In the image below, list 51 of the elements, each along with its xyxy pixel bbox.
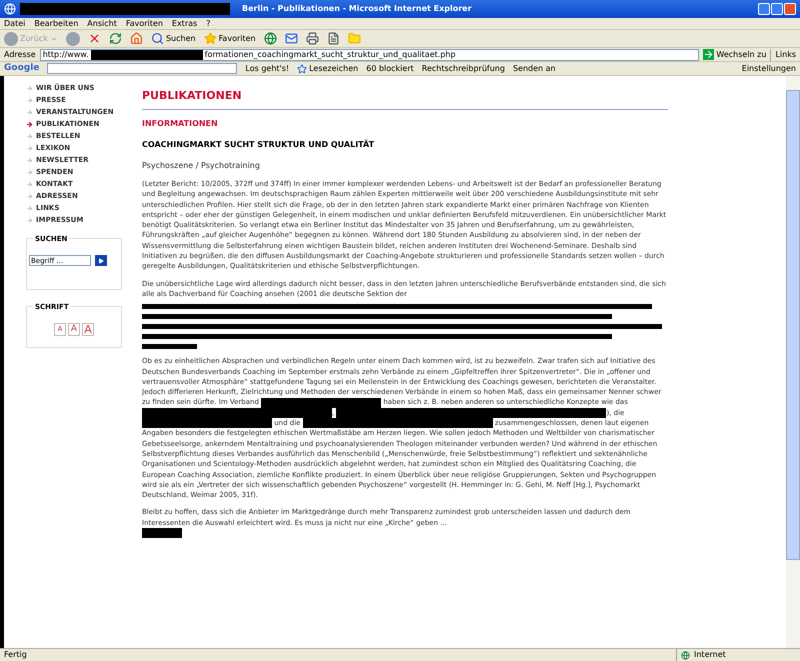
go-button[interactable]: Wechseln zu <box>703 48 766 60</box>
address-field[interactable]: http://www. formationen_coachingmarkt_sucht_struktur_und_qualitaet.php <box>40 48 700 60</box>
scroll-thumb[interactable] <box>786 90 800 560</box>
status-text: Fertig <box>4 649 27 661</box>
star-icon <box>297 64 308 74</box>
popup-blocker-button[interactable]: 60 blockiert <box>366 62 414 74</box>
play-icon <box>98 258 104 264</box>
search-go-button[interactable]: Los geht's! <box>245 62 290 74</box>
home-icon[interactable] <box>130 32 143 45</box>
spellcheck-button[interactable]: Rechtschreibprüfung <box>422 62 505 74</box>
google-logo: Google <box>4 62 40 75</box>
bookmarks-button[interactable]: Lesezeichen <box>297 62 358 74</box>
address-label: Adresse <box>4 48 36 60</box>
article-title: COACHINGMARKT SUCHT STRUKTUR UND QUALITÄT <box>142 139 376 151</box>
edit-icon[interactable] <box>326 32 340 45</box>
page-heading: PUBLIKATIONEN <box>142 90 243 101</box>
print-icon[interactable] <box>306 32 319 45</box>
menu-item[interactable]: Extras <box>172 18 198 30</box>
menu-item[interactable]: Bearbeiten <box>34 18 78 30</box>
close-button[interactable] <box>784 3 796 15</box>
url-text: http://www. <box>42 48 89 60</box>
globe-icon <box>681 650 690 660</box>
minimize-button[interactable] <box>758 3 770 15</box>
search-submit-button[interactable] <box>95 255 107 266</box>
scrollbar[interactable] <box>786 76 800 648</box>
menu-item[interactable]: ? <box>206 18 210 30</box>
menu-item[interactable]: Datei <box>4 18 26 30</box>
settings-button[interactable]: Einstellungen <box>742 62 796 74</box>
search-button[interactable]: Suchen <box>150 32 196 45</box>
maximize-button[interactable] <box>771 3 783 15</box>
send-button[interactable]: Senden an <box>512 62 556 74</box>
url-text: formationen_coachingmarkt_sucht_struktur_und_qualitaet.php <box>204 48 456 60</box>
favorites-button[interactable]: Favoriten <box>204 32 256 45</box>
history-icon[interactable] <box>264 32 277 45</box>
redaction-bar <box>142 528 182 538</box>
section-heading: INFORMATIONEN <box>142 118 219 130</box>
menu-item[interactable]: Ansicht <box>87 18 117 30</box>
zone-text: Internet <box>676 649 796 661</box>
font-size-button[interactable]: A <box>82 322 94 336</box>
google-search-field[interactable] <box>47 63 238 74</box>
window-title: Berlin - Publikationen - Microsoft Internet Explorer <box>242 3 472 15</box>
refresh-icon[interactable] <box>108 32 122 45</box>
article-category: Psychoszene / Psychotraining <box>142 160 261 172</box>
mail-icon[interactable] <box>284 32 298 45</box>
search-icon <box>150 32 164 45</box>
redaction-bar <box>142 344 197 350</box>
star-icon <box>204 32 217 45</box>
menu-item[interactable]: Favoriten <box>126 18 163 30</box>
stop-icon[interactable] <box>88 32 101 45</box>
links-button[interactable]: Links <box>770 48 796 60</box>
font-size-button[interactable]: A <box>68 322 80 336</box>
